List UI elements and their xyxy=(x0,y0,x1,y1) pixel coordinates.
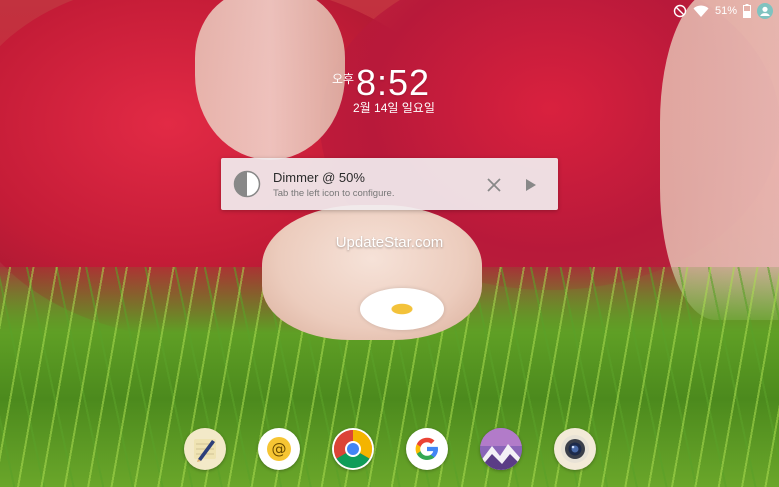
wallpaper-daisy xyxy=(360,288,444,330)
google-app-icon[interactable] xyxy=(406,428,448,470)
svg-text:@: @ xyxy=(272,440,287,458)
battery-percent: 51% xyxy=(714,5,737,17)
gallery-app-icon[interactable] xyxy=(480,428,522,470)
lockscreen-clock: 오후 8:52 2월 14일 일요일 xyxy=(330,62,460,116)
camera-app-icon[interactable] xyxy=(554,428,596,470)
user-avatar-icon xyxy=(757,3,773,19)
chrome-app-icon[interactable] xyxy=(332,428,374,470)
play-icon[interactable] xyxy=(520,174,542,196)
clock-date: 2월 14일 일요일 xyxy=(353,101,435,115)
notification-subtitle: Tab the left icon to configure. xyxy=(273,188,395,199)
status-bar: 51% xyxy=(673,0,779,22)
pencil-app-icon[interactable] xyxy=(184,428,226,470)
clock-ampm: 오후 xyxy=(332,72,355,86)
app-dock: @ xyxy=(180,428,600,472)
wifi-icon xyxy=(693,5,709,18)
email-app-icon[interactable]: @ xyxy=(258,428,300,470)
close-icon[interactable] xyxy=(483,174,505,196)
notification-title: Dimmer @ 50% xyxy=(273,170,365,185)
watermark-text: UpdateStar.com xyxy=(335,234,444,251)
clock-time: 8:52 xyxy=(356,62,431,103)
battery-icon xyxy=(743,4,751,18)
dimmer-notification[interactable]: Dimmer @ 50% Tab the left icon to config… xyxy=(221,158,558,210)
no-disturb-icon xyxy=(673,4,687,18)
half-circle-icon[interactable] xyxy=(233,170,261,198)
